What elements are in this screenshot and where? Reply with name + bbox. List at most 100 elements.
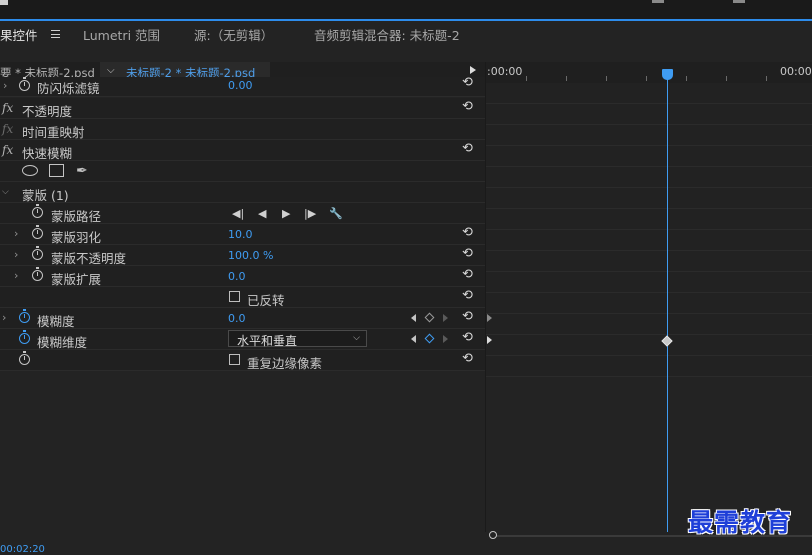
chevron-right-icon[interactable]: ›: [14, 248, 18, 261]
param-row-mask: ⌵ 蒙版 (1): [0, 182, 485, 203]
param-label: 防闪烁滤镜: [37, 81, 100, 96]
reset-icon[interactable]: ⟲: [462, 309, 473, 324]
timeline-track[interactable]: [486, 230, 812, 251]
tab-effect-controls[interactable]: 果控件: [0, 25, 38, 44]
param-value[interactable]: 0.0: [228, 312, 246, 325]
param-label: 模糊度: [37, 314, 75, 329]
param-label: 蒙版扩展: [51, 272, 102, 287]
timeline-track[interactable]: [486, 314, 812, 335]
param-value[interactable]: 10.0: [228, 228, 253, 241]
current-timecode[interactable]: 00:02:20: [0, 544, 45, 555]
timeline-track[interactable]: [486, 335, 812, 356]
track-forward-icon[interactable]: |▶: [304, 207, 316, 220]
window-control[interactable]: [733, 0, 745, 3]
add-keyframe-icon[interactable]: [424, 312, 435, 323]
timeline-track[interactable]: [486, 167, 812, 188]
fx-badge[interactable]: fx: [2, 122, 13, 136]
next-keyframe-icon[interactable]: [443, 314, 448, 322]
step-backward-icon[interactable]: ◀: [258, 207, 266, 220]
param-label: 模糊维度: [37, 335, 88, 350]
timeline-track[interactable]: [486, 146, 812, 167]
ruler-tick: [526, 76, 527, 81]
ruler-tick: [566, 76, 567, 81]
param-row-fast-blur: fx 快速模糊 ⟲: [0, 140, 485, 161]
timeline-track[interactable]: [486, 272, 812, 293]
chevron-right-icon[interactable]: ›: [14, 227, 18, 240]
reset-icon[interactable]: ⟲: [462, 246, 473, 261]
repeat-edge-checkbox[interactable]: [229, 354, 240, 365]
param-value[interactable]: 0.00: [228, 79, 253, 92]
pen-tool-icon[interactable]: ✒: [76, 163, 88, 179]
ruler-start-time: :00:00: [487, 65, 523, 78]
fx-badge[interactable]: fx: [2, 143, 13, 157]
blur-dimensions-select[interactable]: 水平和垂直 ⌵: [228, 330, 367, 348]
chevron-right-icon[interactable]: ›: [14, 269, 18, 282]
reset-icon[interactable]: ⟲: [462, 99, 473, 114]
inverted-checkbox[interactable]: [229, 291, 240, 302]
stopwatch-icon[interactable]: [19, 309, 30, 323]
param-label[interactable]: 蒙版 (1): [22, 185, 69, 204]
previous-keyframe-icon[interactable]: [411, 314, 416, 322]
stopwatch-icon[interactable]: [19, 330, 30, 344]
chevron-right-icon[interactable]: ›: [2, 311, 6, 324]
chevron-down-icon[interactable]: ⌵: [2, 187, 9, 197]
scrollbar-handle[interactable]: [489, 531, 497, 539]
timeline-track[interactable]: [486, 251, 812, 272]
timeline-track[interactable]: [486, 356, 812, 377]
tab-audio-clip-mixer[interactable]: 音频剪辑混合器: 未标题-2: [314, 25, 460, 44]
reset-icon[interactable]: ⟲: [462, 330, 473, 345]
wrench-icon[interactable]: 🔧: [329, 207, 343, 220]
reset-icon[interactable]: ⟲: [462, 288, 473, 303]
tab-source[interactable]: 源:（无剪辑）: [194, 25, 273, 44]
ruler-tick: [726, 76, 727, 81]
param-row-blur-dimensions: 模糊维度 水平和垂直 ⌵ ⟲: [0, 329, 485, 350]
add-keyframe-icon[interactable]: [424, 333, 435, 344]
timeline-track[interactable]: [486, 209, 812, 230]
reset-icon[interactable]: ⟲: [462, 75, 473, 90]
effect-parameters: › 防闪烁滤镜 0.00 ⟲ fx 不透明度 ⟲ fx 时间重映射 fx 快速模…: [0, 75, 485, 372]
stopwatch-icon[interactable]: [32, 246, 43, 260]
tab-lumetri-scopes[interactable]: Lumetri 范围: [83, 25, 160, 44]
panel-menu-icon[interactable]: [51, 30, 60, 38]
checkbox-label: 已反转: [247, 293, 285, 308]
reset-icon[interactable]: ⟲: [462, 267, 473, 282]
stopwatch-icon[interactable]: [32, 267, 43, 281]
param-row-repeat-edge: 重复边缘像素 ⟲: [0, 350, 485, 371]
param-row-mask-path: 蒙版路径 ◀| ◀ ▶ |▶ 🔧: [0, 203, 485, 224]
stopwatch-icon[interactable]: [32, 225, 43, 239]
rectangle-mask-icon[interactable]: [49, 164, 64, 177]
timeline-track[interactable]: [486, 125, 812, 146]
stopwatch-icon[interactable]: [19, 351, 30, 365]
track-backward-icon[interactable]: ◀|: [232, 207, 244, 220]
track-arrow-icon[interactable]: [487, 314, 492, 322]
playhead-line[interactable]: [667, 76, 668, 532]
param-value[interactable]: 0.0: [228, 270, 246, 283]
next-keyframe-icon[interactable]: [443, 335, 448, 343]
stopwatch-icon[interactable]: [19, 77, 30, 91]
fx-badge[interactable]: fx: [2, 101, 13, 115]
play-forward-icon[interactable]: ▶: [282, 207, 290, 220]
timeline-track[interactable]: [486, 83, 812, 104]
window-mark: [0, 0, 8, 5]
param-label: 不透明度: [22, 104, 73, 119]
param-row-blurriness: › 模糊度 0.0 ⟲: [0, 308, 485, 329]
param-row-mask-feather: › 蒙版羽化 10.0 ⟲: [0, 224, 485, 245]
reset-icon[interactable]: ⟲: [462, 225, 473, 240]
previous-keyframe-icon[interactable]: [411, 335, 416, 343]
ellipse-mask-icon[interactable]: [22, 165, 38, 176]
time-ruler[interactable]: :00:00 00:00: [486, 62, 812, 83]
param-value[interactable]: 100.0 %: [228, 249, 273, 262]
timeline-track[interactable]: [486, 188, 812, 209]
playhead-handle[interactable]: [662, 69, 673, 80]
timeline-track[interactable]: [486, 293, 812, 314]
chevron-right-icon[interactable]: ›: [3, 79, 7, 92]
chevron-down-icon[interactable]: ⌵: [107, 65, 115, 76]
param-row-opacity: fx 不透明度 ⟲: [0, 98, 485, 119]
reset-icon[interactable]: ⟲: [462, 141, 473, 156]
window-control[interactable]: [652, 0, 664, 3]
reset-icon[interactable]: ⟲: [462, 351, 473, 366]
track-arrow-icon[interactable]: [487, 336, 492, 344]
play-triangle-icon[interactable]: [470, 66, 476, 74]
stopwatch-icon[interactable]: [32, 204, 43, 218]
timeline-track[interactable]: [486, 104, 812, 125]
